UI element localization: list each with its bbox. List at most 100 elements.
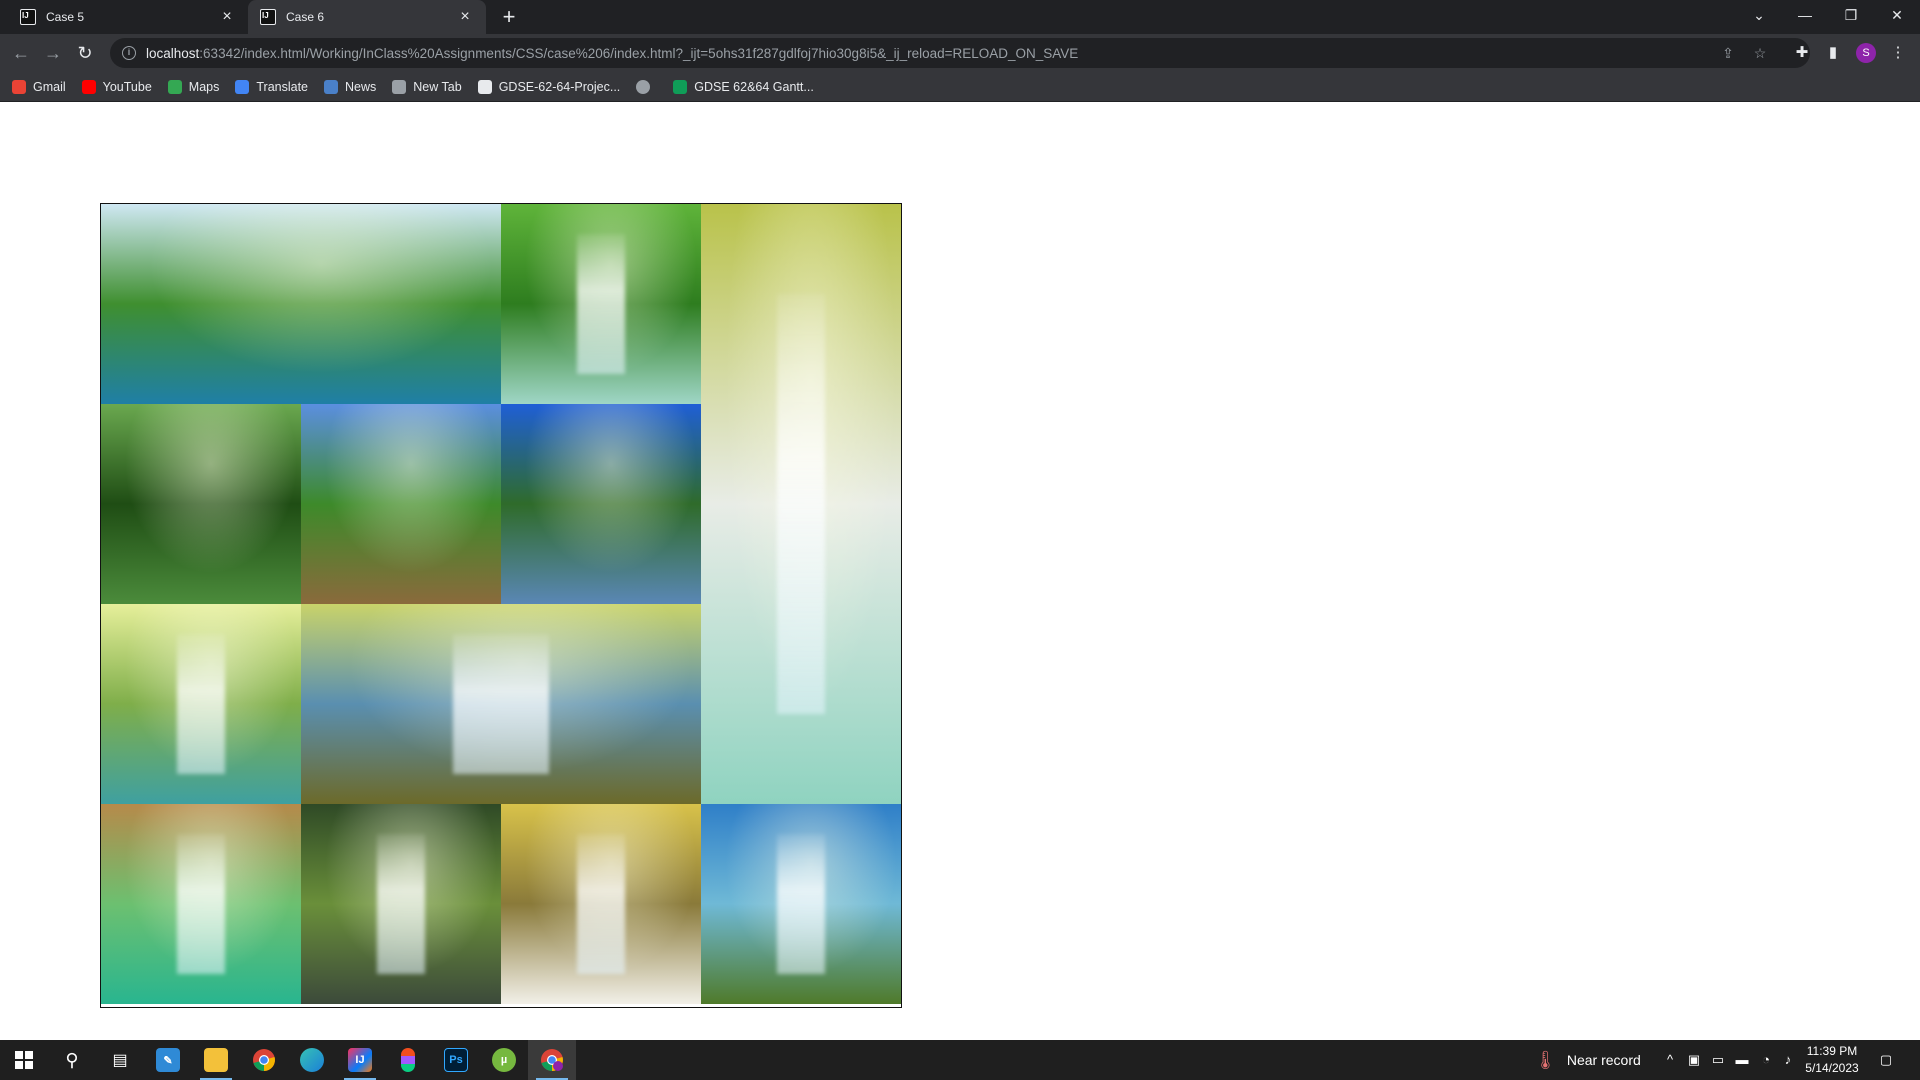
waterfall-streak	[777, 294, 825, 714]
search-icon: ⚲	[65, 1049, 79, 1070]
task-view-button[interactable]: ▤	[96, 1040, 144, 1080]
photoshop-icon: Ps	[444, 1048, 468, 1072]
profile-avatar[interactable]: S	[1856, 43, 1876, 63]
tile-tall-waterfall	[701, 204, 901, 804]
tile-mountain-lake	[501, 404, 701, 604]
bookmark-item[interactable]: Translate	[235, 79, 308, 94]
taskbar-app-photoshop[interactable]: Ps	[432, 1040, 480, 1080]
bookmark-item[interactable]: GDSE-62-64-Projec...	[477, 79, 620, 94]
bookmark-icon	[477, 79, 492, 94]
waterfall-streak	[177, 834, 225, 974]
bookmark-icon	[12, 79, 26, 94]
info-icon[interactable]: i	[122, 46, 136, 60]
address-bar[interactable]: i localhost:63342/index.html/Working/InC…	[110, 38, 1810, 68]
new-tab-button[interactable]: +	[498, 6, 520, 28]
share-icon[interactable]: ⇪	[1720, 45, 1736, 61]
tab-case-5[interactable]: Case 5 ×	[8, 0, 248, 34]
bookmark-item[interactable]	[636, 79, 657, 94]
intellij-icon: IJ	[348, 1048, 372, 1072]
bookmark-label: News	[345, 79, 377, 94]
tile-rapids	[301, 604, 701, 804]
page-content	[0, 103, 1920, 1039]
search-button[interactable]: ⚲	[48, 1040, 96, 1080]
intellij-icon	[260, 9, 276, 25]
thermometer-icon: 🌡	[1534, 1049, 1557, 1070]
tile-sunlit-falls	[101, 604, 301, 804]
intellij-icon	[20, 9, 36, 25]
clock-date: 5/14/2023	[1805, 1061, 1859, 1075]
waterfall-streak	[777, 834, 825, 974]
taskbar-app-utorrent[interactable]: µ	[480, 1040, 528, 1080]
figma-icon	[401, 1048, 415, 1072]
reload-icon[interactable]: ↻	[71, 39, 99, 67]
chevron-up-icon[interactable]: ^	[1662, 1052, 1678, 1068]
clock-time: 11:39 PM	[1806, 1044, 1858, 1058]
bookmark-icon	[392, 79, 407, 94]
tab-case-6[interactable]: Case 6 ×	[248, 0, 486, 34]
tile-blue-falls	[701, 804, 901, 1004]
bookmark-star-icon[interactable]: ☆	[1752, 45, 1768, 61]
chrome-icon	[541, 1049, 563, 1071]
tile-green-pool-falls	[101, 804, 301, 1004]
clock[interactable]: 11:39 PM 5/14/2023	[1796, 1043, 1868, 1077]
start-button[interactable]	[0, 1040, 48, 1080]
browser-toolbar: ← → ↻ i localhost:63342/index.html/Worki…	[0, 34, 1920, 72]
wifi-icon[interactable]: ◔	[1758, 1052, 1774, 1068]
bookmark-item[interactable]: YouTube	[81, 79, 152, 94]
battery-icon[interactable]: ▬	[1734, 1052, 1750, 1068]
restore-icon[interactable]: ❐	[1828, 0, 1874, 30]
bookmarks-bar: Gmail YouTube Maps Translate News New Tab GDSE…	[0, 72, 1920, 102]
display-icon[interactable]: ▭	[1710, 1052, 1726, 1068]
menu-icon[interactable]: ⋮	[1888, 43, 1908, 63]
bookmark-label: Gmail	[33, 79, 66, 94]
tab-title: Case 5	[46, 10, 85, 24]
bookmark-label: New Tab	[413, 79, 462, 94]
extensions-icon[interactable]: ✚	[1792, 43, 1812, 63]
windows-logo-icon	[15, 1051, 33, 1069]
chrome-icon	[253, 1049, 275, 1071]
bookmark-item[interactable]: Maps	[167, 79, 220, 94]
weather-text: Near record	[1566, 1052, 1641, 1068]
close-icon[interactable]: ×	[456, 8, 474, 26]
tab-strip: Case 5 × Case 6 × + ⌄ — ❐ ✕	[0, 0, 1920, 34]
bookmark-icon	[167, 79, 182, 94]
bookmark-label: Maps	[188, 79, 220, 94]
tile-lake-forest	[101, 204, 501, 404]
taskbar-app-chrome-profile[interactable]	[528, 1040, 576, 1080]
bookmark-item[interactable]: GDSE 62&64 Gantt...	[673, 79, 814, 94]
taskbar-app-chrome[interactable]	[240, 1040, 288, 1080]
side-panel-icon[interactable]: ▮	[1823, 43, 1843, 63]
bookmark-item[interactable]: Gmail	[12, 79, 66, 94]
taskbar-app-intellij[interactable]: IJ	[336, 1040, 384, 1080]
waterfall-streak	[177, 634, 225, 774]
close-icon[interactable]: ×	[218, 8, 236, 26]
weather-widget[interactable]: 🌡 Near record	[1534, 1040, 1641, 1080]
taskbar-app-edge[interactable]	[288, 1040, 336, 1080]
tile-tree-reflection	[101, 404, 301, 604]
taskbar-app-vscode[interactable]: ✎	[144, 1040, 192, 1080]
url-text[interactable]: localhost:63342/index.html/Working/InCla…	[146, 46, 1078, 61]
close-window-icon[interactable]: ✕	[1874, 0, 1920, 30]
waterfall-streak	[577, 234, 625, 374]
bookmark-item[interactable]: New Tab	[392, 79, 462, 94]
edge-icon	[300, 1048, 324, 1072]
waterfall-streak	[377, 834, 425, 974]
tab-search-icon[interactable]: ⌄	[1736, 0, 1782, 30]
image-gallery	[100, 203, 902, 1008]
notifications-icon[interactable]: ▢	[1878, 1052, 1894, 1068]
tab-title: Case 6	[286, 10, 325, 24]
back-icon[interactable]: ←	[7, 39, 35, 67]
minimize-icon[interactable]: —	[1782, 0, 1828, 30]
taskbar-app-figma[interactable]	[384, 1040, 432, 1080]
bookmark-item[interactable]: News	[324, 79, 377, 94]
tile-jungle-falls	[301, 804, 501, 1004]
folder-icon	[204, 1048, 228, 1072]
tile-green-cascade	[501, 204, 701, 404]
taskbar-app-file-explorer[interactable]	[192, 1040, 240, 1080]
forward-icon[interactable]: →	[39, 39, 67, 67]
tile-golden-falls	[501, 804, 701, 1004]
device-icon[interactable]: ▣	[1686, 1052, 1702, 1068]
waterfall-streak	[577, 834, 625, 974]
bookmark-icon	[235, 79, 250, 94]
volume-icon[interactable]: ♪	[1780, 1052, 1796, 1068]
